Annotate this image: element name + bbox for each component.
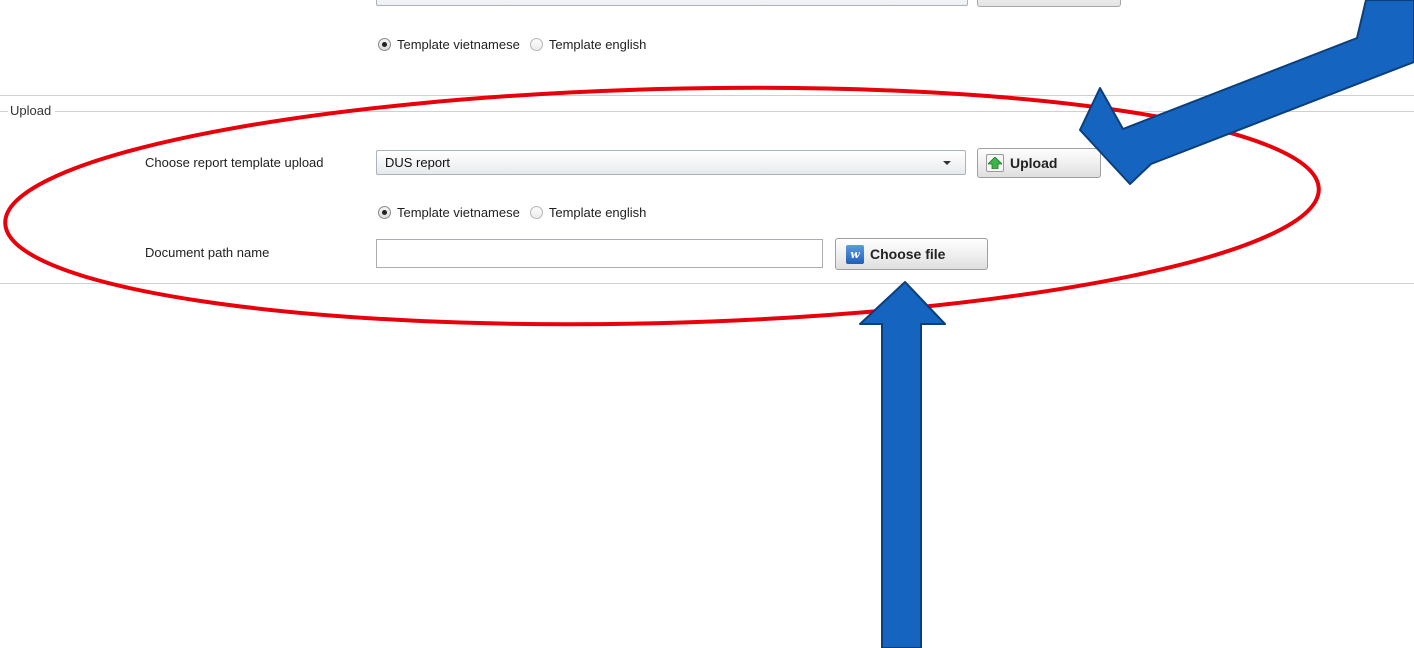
download-button[interactable] [977, 0, 1121, 7]
download-language-radios: Template vietnamese Template english [378, 37, 650, 52]
template-upload-select-value: DUS report [385, 155, 451, 170]
word-document-icon: w [846, 244, 864, 264]
download-radio-english[interactable] [529, 38, 543, 51]
choose-file-button[interactable]: w Choose file [835, 238, 988, 270]
upload-radio-vietnamese[interactable] [378, 206, 391, 219]
download-radio-english-label[interactable]: Template english [549, 37, 647, 52]
document-path-input[interactable] [376, 239, 823, 268]
download-panel [0, 0, 1414, 96]
template-upload-label: Choose report template upload [145, 155, 324, 170]
upload-radio-english[interactable] [529, 206, 543, 219]
choose-file-button-label: Choose file [870, 246, 946, 262]
download-radio-vietnamese-label[interactable]: Template vietnamese [397, 37, 520, 52]
annotation-arrow-to-choose-file [859, 281, 946, 648]
upload-button[interactable]: Upload [977, 148, 1101, 178]
upload-language-radios: Template vietnamese Template english [378, 205, 650, 220]
upload-radio-vietnamese-label[interactable]: Template vietnamese [397, 205, 520, 220]
template-upload-select[interactable]: DUS report [376, 150, 966, 175]
document-path-label: Document path name [145, 245, 270, 260]
upload-radio-english-label[interactable]: Template english [549, 205, 647, 220]
upload-group-border [0, 111, 1414, 112]
annotation-ellipse [3, 85, 1321, 327]
annotation-overlay [3, 0, 1414, 648]
download-radio-vietnamese[interactable] [378, 38, 391, 51]
upload-group-title: Upload [0, 103, 56, 118]
download-template-combo[interactable] [376, 0, 968, 6]
upload-group-bottom-border [0, 283, 1414, 284]
upload-button-label: Upload [1010, 155, 1058, 171]
upload-arrow-icon [986, 154, 1004, 172]
chevron-down-icon[interactable] [943, 161, 951, 165]
